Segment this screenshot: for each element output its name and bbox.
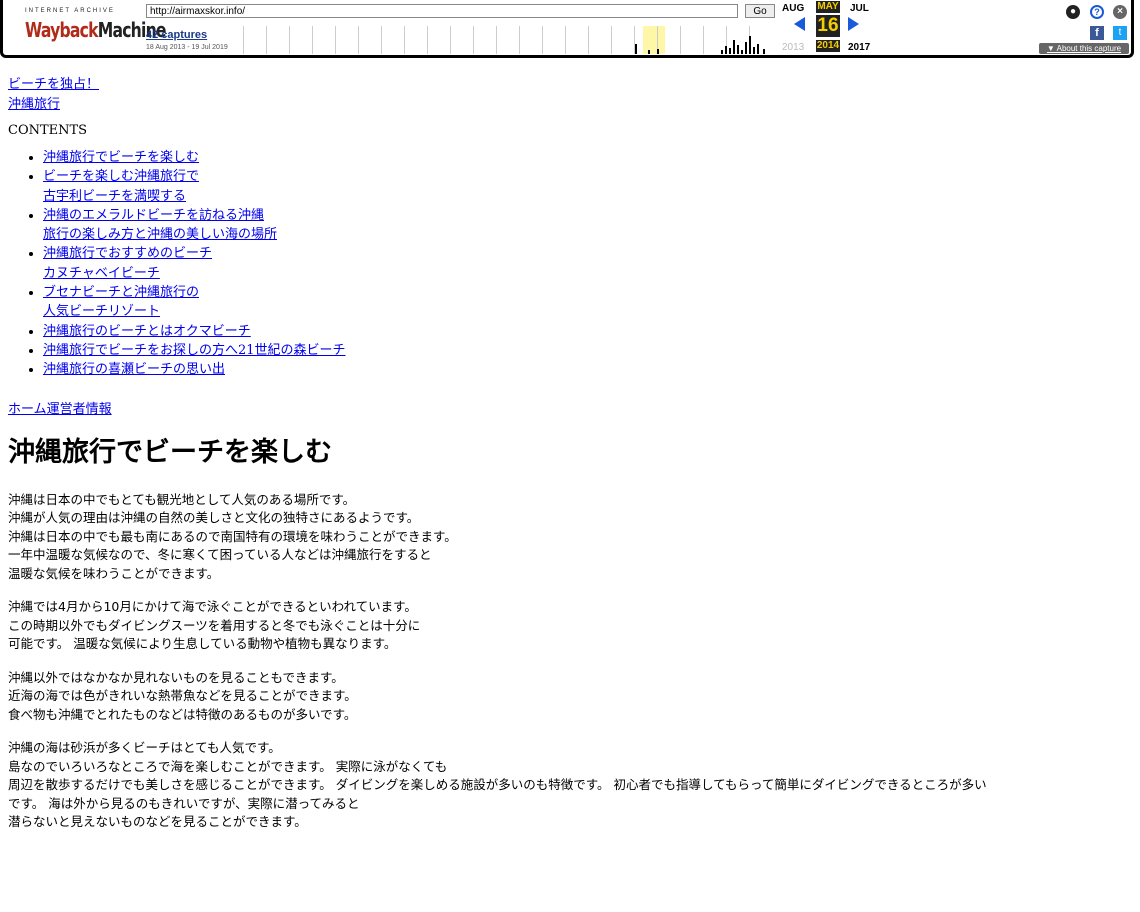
capture-bar <box>733 40 735 54</box>
toc-link-line1: 沖縄旅行でビーチをお探しの方へ21世紀の森ビーチ <box>43 342 346 358</box>
prev-month[interactable]: AUG <box>782 3 804 14</box>
toc-link-line1: 沖縄旅行でビーチを楽しむ <box>43 150 200 165</box>
selected-year-highlight <box>643 26 665 54</box>
current-year: 2014 <box>816 40 840 52</box>
toc-link-line2: 古宇利ビーチを満喫する <box>43 188 187 204</box>
toc-link-line1: ブセナビーチと沖縄旅行の <box>43 285 200 301</box>
toc-link[interactable]: 沖縄旅行でビーチを楽しむ <box>43 150 199 165</box>
year-divider <box>243 26 244 54</box>
go-button[interactable]: Go <box>745 4 775 18</box>
wayback-toolbar: INTERNET ARCHIVE WaybackMachine http://a… <box>0 0 1134 58</box>
capture-sparkline[interactable] <box>243 26 773 54</box>
prev-capture-arrow-icon[interactable] <box>794 17 805 31</box>
year-divider <box>680 26 681 54</box>
capture-bar <box>635 44 637 54</box>
current-month: MAY <box>816 1 840 13</box>
capture-bar <box>648 50 650 54</box>
toc-link[interactable]: 沖縄旅行でビーチをお探しの方へ21世紀の森ビーチ <box>43 343 346 358</box>
capture-bar <box>763 49 765 54</box>
toc-link[interactable]: ブセナビーチと沖縄旅行の 人気ビーチリゾート <box>43 285 199 319</box>
next-capture-arrow-icon[interactable] <box>848 17 859 31</box>
prev-year[interactable]: 2013 <box>782 42 804 53</box>
toc-link-line2: 人気ビーチリゾート <box>43 304 161 320</box>
table-of-contents: 沖縄旅行でビーチを楽しむビーチを楽しむ沖縄旅行で古宇利ビーチを満喫する沖縄のエメ… <box>8 148 1134 380</box>
current-day: 16 <box>816 15 840 37</box>
contents-label: CONTENTS <box>8 123 88 138</box>
capture-bar <box>737 45 739 54</box>
toc-link-line1: 沖縄旅行の喜瀬ビーチの思い出 <box>43 362 226 378</box>
next-year[interactable]: 2017 <box>848 42 870 53</box>
year-divider <box>381 26 382 54</box>
toc-link-line1: 沖縄旅行のビーチとはオクマビーチ <box>43 323 251 339</box>
url-input[interactable]: http://airmaxskor.info/ <box>146 4 738 18</box>
capture-bar <box>757 44 759 54</box>
toc-link[interactable]: 沖縄旅行のビーチとはオクマビーチ <box>43 324 251 339</box>
article-paragraph: 沖縄は日本の中でもとても観光地として人気のある場所です。 沖縄が人気の理由は沖縄… <box>8 491 457 581</box>
facebook-icon[interactable]: f <box>1090 26 1104 40</box>
page-title: 沖縄旅行でビーチを楽しむ <box>8 436 332 468</box>
toc-link-line1: 沖縄旅行でおすすめのビーチ <box>43 246 213 262</box>
capture-bar <box>725 46 727 54</box>
toc-link[interactable]: 沖縄のエメラルドビーチを訪ねる沖縄 旅行の楽しみ方と沖縄の美しい海の場所 <box>43 208 277 242</box>
capture-bar <box>721 50 723 54</box>
toc-link[interactable]: 沖縄旅行の喜瀬ビーチの思い出 <box>43 362 225 377</box>
capture-bar <box>745 42 747 54</box>
close-icon[interactable]: × <box>1113 5 1127 19</box>
toc-link-line2: カヌチャベイビーチ <box>43 265 160 281</box>
home-link[interactable]: ホーム運営者情報 <box>8 398 1134 417</box>
year-divider <box>266 26 267 54</box>
year-divider <box>473 26 474 54</box>
capture-bar <box>741 50 743 54</box>
article-paragraph: 沖縄の海は砂浜が多くビーチはとても人気です。 島なのでいろいろなところで海を楽し… <box>8 740 987 830</box>
captures-link[interactable]: 42 captures <box>146 29 207 41</box>
capture-bar <box>729 48 731 54</box>
article-paragraph: 沖縄では4月から10月にかけて海で泳ぐことができるといわれています。 この時期以… <box>8 599 421 652</box>
year-divider <box>312 26 313 54</box>
year-divider <box>519 26 520 54</box>
okinawa-travel-link[interactable]: 沖縄旅行 <box>8 95 1134 115</box>
year-divider <box>588 26 589 54</box>
year-divider <box>542 26 543 54</box>
toc-item: 沖縄のエメラルドビーチを訪ねる沖縄旅行の楽しみ方と沖縄の美しい海の場所 <box>43 206 1134 245</box>
toc-item: 沖縄旅行でおすすめのビーチカヌチャベイビーチ <box>43 244 1134 283</box>
page-content: ビーチを独占！ 沖縄旅行 CONTENTS 沖縄旅行でビーチを楽しむビーチを楽し… <box>8 75 1134 847</box>
year-divider <box>565 26 566 54</box>
next-month[interactable]: JUL <box>850 3 869 14</box>
capture-range: 18 Aug 2013 - 19 Jul 2019 <box>146 44 228 51</box>
toc-link[interactable]: ビーチを楽しむ沖縄旅行で 古宇利ビーチを満喫する <box>43 169 199 203</box>
article-paragraph: 沖縄以外ではなかなか見れないものを見ることもできます。 近海の海では色がきれいな… <box>8 669 357 722</box>
toc-link-line2: 旅行の楽しみ方と沖縄の美しい海の場所 <box>43 227 278 243</box>
toc-item: 沖縄旅行のビーチとはオクマビーチ <box>43 322 1134 341</box>
about-capture-button[interactable]: ▼ About this capture <box>1039 43 1129 54</box>
internet-archive-label: INTERNET ARCHIVE <box>25 8 115 14</box>
toc-item: 沖縄旅行の喜瀬ビーチの思い出 <box>43 360 1134 379</box>
toc-item: 沖縄旅行でビーチを楽しむ <box>43 148 1134 167</box>
year-divider <box>404 26 405 54</box>
year-divider <box>496 26 497 54</box>
toc-link[interactable]: 沖縄旅行でおすすめのビーチ カヌチャベイビーチ <box>43 246 212 280</box>
logo-red-text: Wayback <box>25 18 99 42</box>
year-divider <box>289 26 290 54</box>
year-divider <box>611 26 612 54</box>
year-divider <box>703 26 704 54</box>
toc-item: ブセナビーチと沖縄旅行の人気ビーチリゾート <box>43 283 1134 322</box>
toc-item: ビーチを楽しむ沖縄旅行で古宇利ビーチを満喫する <box>43 167 1134 206</box>
capture-bar <box>749 36 751 54</box>
year-divider <box>335 26 336 54</box>
toc-link-line1: 沖縄のエメラルドビーチを訪ねる沖縄 <box>43 207 265 223</box>
year-divider <box>450 26 451 54</box>
toc-item: 沖縄旅行でビーチをお探しの方へ21世紀の森ビーチ <box>43 341 1134 360</box>
year-divider <box>358 26 359 54</box>
wayback-logo[interactable]: WaybackMachine <box>25 18 166 42</box>
capture-bar <box>657 49 659 54</box>
twitter-icon[interactable]: t <box>1113 26 1127 40</box>
article-body: 沖縄は日本の中でもとても観光地として人気のある場所です。 沖縄が人気の理由は沖縄… <box>8 491 1134 832</box>
user-icon[interactable]: ● <box>1066 5 1080 19</box>
help-icon[interactable]: ? <box>1090 5 1104 19</box>
year-divider <box>427 26 428 54</box>
toc-link-line1: ビーチを楽しむ沖縄旅行で <box>43 169 200 185</box>
capture-bar <box>753 47 755 54</box>
beach-link[interactable]: ビーチを独占！ <box>8 75 1134 95</box>
